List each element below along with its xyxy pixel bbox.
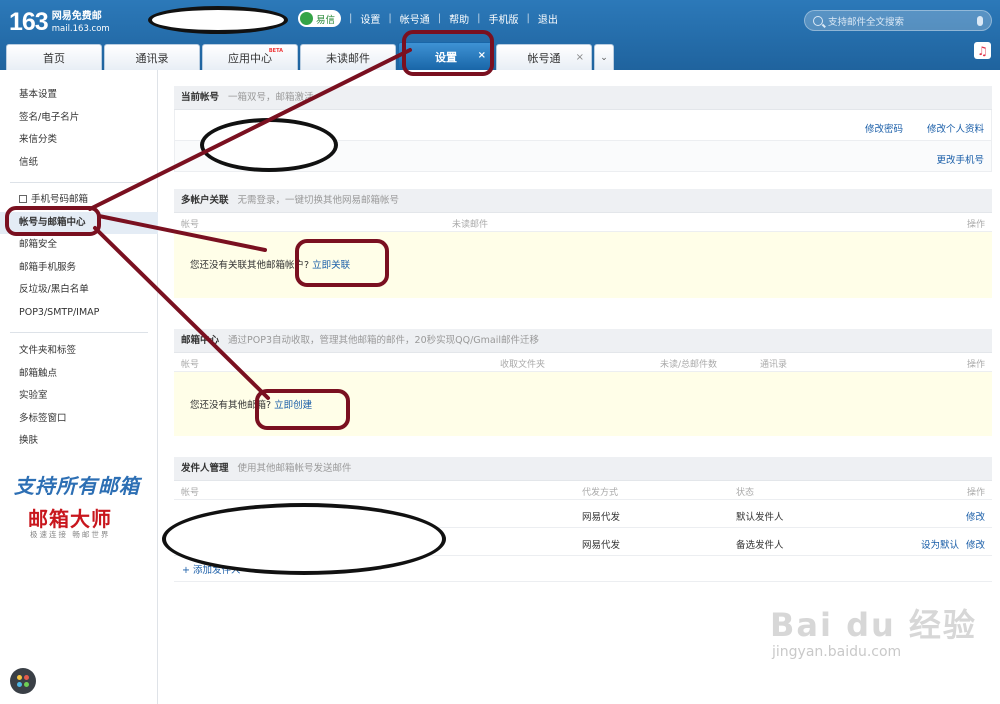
search-placeholder: 支持邮件全文搜索 [828, 16, 905, 28]
panel-header: 发件人管理 使用其他邮箱帐号发送邮件 [174, 457, 992, 481]
chevron-down-icon[interactable]: ⌄ [594, 44, 614, 70]
tab-bar: 首页 通讯录 应用中心 BETA 未读邮件 设置 × 帐号通 × ⌄ [6, 42, 614, 70]
mailbox-center-empty: 您还没有其他邮箱? 立即创建 [174, 372, 992, 436]
table-header: 帐号 未读邮件 操作 [174, 213, 992, 232]
sidebar-item-signature[interactable]: 签名/电子名片 [0, 107, 158, 130]
sender-management-panel: 发件人管理 使用其他邮箱帐号发送邮件 帐号 代发方式 状态 操作 网易代发 默认… [162, 457, 992, 582]
set-default-link[interactable]: 设为默认 [921, 537, 959, 551]
search-icon [813, 15, 823, 26]
panel-title: 邮箱中心 [181, 335, 220, 346]
panel-header: 邮箱中心 通过POP3自动收取，管理其他邮箱的邮件，20秒实现QQ/Gmail邮… [174, 329, 992, 353]
beta-badge: BETA [268, 48, 283, 54]
sidebar-item-phone-mailbox[interactable]: 手机号码邮箱 [0, 189, 158, 212]
checkbox-icon [19, 195, 27, 203]
sidebar-item-mail-filter[interactable]: 来信分类 [0, 129, 158, 152]
sidebar-item-mobile-service[interactable]: 邮箱手机服务 [0, 257, 158, 280]
table-header: 帐号 收取文件夹 未读/总邮件数 通讯录 操作 [174, 353, 992, 372]
current-account-panel: 当前帐号 一箱双号，邮箱激活 修改密码 修改个人资料 更改手机号 [174, 86, 992, 172]
microphone-icon[interactable] [977, 15, 983, 26]
redacted-sender-accounts [162, 503, 446, 575]
tab-app-center[interactable]: 应用中心 BETA [202, 44, 298, 70]
logo[interactable]: 163 网易免费邮 mail.163.com [9, 9, 110, 35]
nav-settings-link[interactable]: 设置 [360, 11, 380, 26]
change-phone-link[interactable]: 更改手机号 [936, 152, 984, 166]
sidebar-item-basic-settings[interactable]: 基本设置 [0, 84, 158, 107]
redacted-account [200, 118, 338, 172]
multi-account-empty: 您还没有关联其他邮箱帐户? 立即关联 [174, 232, 992, 298]
tab-unread-mail[interactable]: 未读邮件 [300, 44, 396, 70]
panel-header: 多帐户关联 无需登录，一键切换其他网易邮箱帐号 [174, 189, 992, 213]
sidebar-item-antispam[interactable]: 反垃圾/黑白名单 [0, 279, 158, 302]
sender-status: 默认发件人 [736, 512, 784, 523]
baidu-watermark: Bai du 经验 jingyan.baidu.com [770, 606, 977, 660]
logo-number: 163 [9, 8, 49, 36]
sidebar-group-other: 文件夹和标签 邮箱触点 实验室 多标签窗口 换肤 [0, 340, 158, 453]
sidebar-item-multi-tab[interactable]: 多标签窗口 [0, 408, 158, 431]
panel-desc: 一箱双号，邮箱激活 [228, 92, 314, 103]
close-icon[interactable]: × [478, 50, 486, 61]
panel-header: 当前帐号 一箱双号，邮箱激活 [174, 86, 992, 110]
logo-domain: mail.163.com [51, 24, 110, 34]
yixin-button[interactable]: 易信 [298, 10, 342, 27]
brand-name[interactable]: 邮箱大师 [28, 503, 112, 532]
sidebar-group-account: 手机号码邮箱 帐号与邮箱中心 邮箱安全 邮箱手机服务 反垃圾/黑白名单 POP3… [0, 189, 158, 324]
search-input[interactable]: 支持邮件全文搜索 [804, 10, 992, 31]
redacted-username [148, 6, 288, 34]
edit-profile-link[interactable]: 修改个人资料 [927, 121, 984, 135]
edit-password-link[interactable]: 修改密码 [865, 121, 903, 135]
top-header: 163 网易免费邮 mail.163.com 易信 | 设置 | 帐号通 | 帮… [0, 0, 1000, 70]
panel-desc: 通过POP3自动收取，管理其他邮箱的邮件，20秒实现QQ/Gmail邮件迁移 [228, 335, 539, 346]
nav-logout-link[interactable]: 退出 [538, 11, 558, 26]
edit-sender-link[interactable]: 修改 [966, 509, 985, 523]
send-method: 网易代发 [582, 540, 621, 551]
tab-settings[interactable]: 设置 × [398, 42, 494, 70]
panel-title: 发件人管理 [181, 463, 229, 474]
sidebar-item-folders[interactable]: 文件夹和标签 [0, 340, 158, 363]
edit-sender-link[interactable]: 修改 [966, 537, 985, 551]
sidebar-item-skin[interactable]: 换肤 [0, 430, 158, 453]
sidebar-item-security[interactable]: 邮箱安全 [0, 234, 158, 257]
yixin-label: 易信 [316, 14, 336, 26]
mailbox-center-panel: 邮箱中心 通过POP3自动收取，管理其他邮箱的邮件，20秒实现QQ/Gmail邮… [174, 329, 992, 436]
yixin-icon [300, 12, 313, 25]
music-icon[interactable]: ♫ [974, 42, 991, 59]
tab-home[interactable]: 首页 [6, 44, 102, 70]
table-header: 帐号 代发方式 状态 操作 [174, 481, 992, 500]
sidebar-item-pop3[interactable]: POP3/SMTP/IMAP [0, 302, 158, 325]
tab-contacts[interactable]: 通讯录 [104, 44, 200, 70]
tab-account-pass[interactable]: 帐号通 × [496, 44, 592, 70]
panel-desc: 使用其他邮箱帐号发送邮件 [237, 463, 352, 474]
panel-title: 多帐户关联 [181, 195, 229, 206]
brand-subtitle: 极速连接 畅邮世界 [30, 530, 111, 539]
sender-status: 备选发件人 [736, 540, 784, 551]
close-icon[interactable]: × [576, 52, 584, 63]
panel-title: 当前帐号 [181, 92, 220, 103]
empty-message: 您还没有其他邮箱? [190, 400, 272, 411]
top-nav: 易信 | 设置 | 帐号通 | 帮助 | 手机版 | 退出 [298, 10, 558, 27]
create-now-button[interactable]: 立即创建 [274, 400, 312, 411]
empty-message: 您还没有关联其他邮箱帐户? [190, 260, 310, 271]
link-now-button[interactable]: 立即关联 [312, 260, 350, 271]
sidebar-item-contact-points[interactable]: 邮箱触点 [0, 363, 158, 386]
brand-slogan[interactable]: 支持所有邮箱 [14, 470, 140, 499]
nav-help-link[interactable]: 帮助 [449, 11, 469, 26]
sidebar-item-account-center[interactable]: 帐号与邮箱中心 [0, 211, 158, 234]
logo-title: 网易免费邮 [51, 11, 102, 22]
settings-sidebar: 基本设置 签名/电子名片 来信分类 信纸 手机号码邮箱 帐号与邮箱中心 邮箱安全… [0, 70, 158, 704]
sidebar-item-stationery[interactable]: 信纸 [0, 152, 158, 175]
multi-account-panel: 多帐户关联 无需登录，一键切换其他网易邮箱帐号 帐号 未读邮件 操作 您还没有关… [174, 189, 992, 298]
apps-icon[interactable] [10, 668, 36, 694]
nav-account-link[interactable]: 帐号通 [400, 11, 430, 26]
send-method: 网易代发 [582, 512, 621, 523]
sidebar-item-lab[interactable]: 实验室 [0, 385, 158, 408]
panel-desc: 无需登录，一键切换其他网易邮箱帐号 [237, 195, 400, 206]
nav-mobile-link[interactable]: 手机版 [489, 11, 519, 26]
sidebar-group-basic: 基本设置 签名/电子名片 来信分类 信纸 [0, 84, 158, 174]
